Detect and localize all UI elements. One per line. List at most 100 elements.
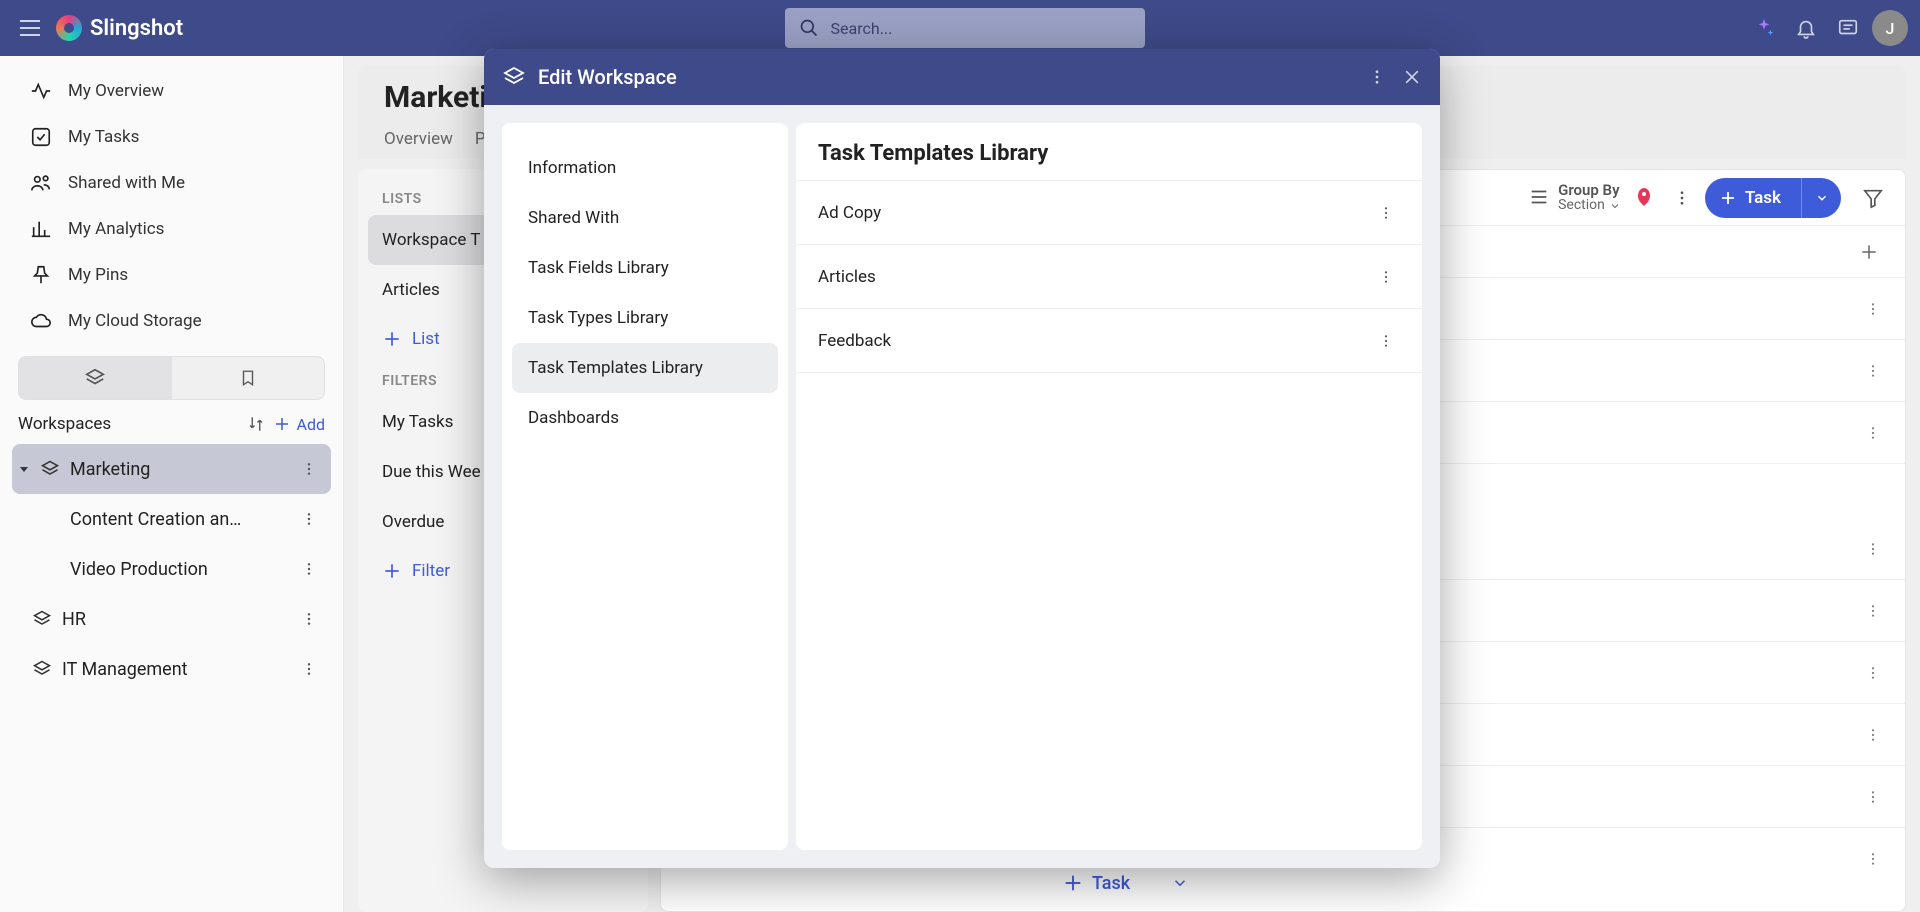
template-menu-button[interactable] — [1372, 263, 1400, 291]
dots-vertical-icon — [301, 661, 317, 677]
workspace-menu-button[interactable] — [295, 455, 323, 483]
row-menu-button[interactable] — [1859, 597, 1887, 625]
list-icon — [1528, 186, 1550, 208]
templates-library-title: Task Templates Library — [796, 123, 1422, 181]
dnav-dashboards[interactable]: Dashboards — [512, 393, 778, 443]
chevron-down-icon — [1171, 874, 1189, 892]
dnav-task-templates[interactable]: Task Templates Library — [512, 343, 778, 393]
footer-add-task-dropdown[interactable] — [1162, 865, 1198, 901]
dots-vertical-icon — [1865, 301, 1881, 317]
chevron-down-icon — [1815, 191, 1829, 205]
nav-shared-with-me[interactable]: Shared with Me — [0, 160, 343, 206]
dots-vertical-icon — [1865, 665, 1881, 681]
close-icon — [1402, 67, 1422, 87]
workspace-child-video-production[interactable]: Video Production — [12, 544, 331, 594]
row-menu-button[interactable] — [1859, 659, 1887, 687]
add-column-button[interactable] — [1851, 234, 1887, 270]
sidebar-view-tabs — [18, 356, 325, 400]
search-input[interactable] — [831, 19, 1131, 38]
caret-down-icon — [18, 463, 30, 475]
brand[interactable]: Slingshot — [56, 15, 183, 41]
workspace-menu-button[interactable] — [295, 505, 323, 533]
row-menu-button[interactable] — [1859, 721, 1887, 749]
new-task-button[interactable]: Task — [1705, 178, 1801, 218]
footer-add-task: Task — [1044, 862, 1198, 904]
tab-overview[interactable]: Overview — [384, 129, 453, 159]
search-icon — [799, 18, 819, 38]
comments-button[interactable] — [1830, 10, 1866, 46]
sidebar: My Overview My Tasks Shared with Me My A… — [0, 56, 344, 912]
workspace-name: Marketing — [70, 459, 150, 480]
sidebar-tab-workspaces[interactable] — [19, 357, 172, 399]
workspace-menu-button[interactable] — [295, 655, 323, 683]
menu-toggle[interactable] — [12, 10, 48, 46]
sort-icon[interactable] — [247, 415, 265, 433]
workspace-hr[interactable]: HR — [12, 594, 331, 644]
footer-add-task-label: Task — [1092, 873, 1130, 894]
dnav-information[interactable]: Information — [512, 143, 778, 193]
nav-my-analytics[interactable]: My Analytics — [0, 206, 343, 252]
add-filter-label: Filter — [412, 561, 450, 581]
new-task-dropdown[interactable] — [1801, 178, 1841, 218]
dots-vertical-icon — [1865, 789, 1881, 805]
nav-my-pins[interactable]: My Pins — [0, 252, 343, 298]
toolbar-menu-button[interactable] — [1667, 183, 1697, 213]
dots-vertical-icon — [1378, 205, 1394, 221]
layers-icon — [32, 609, 52, 629]
dnav-shared-with[interactable]: Shared With — [512, 193, 778, 243]
groupby-value: Section — [1558, 198, 1605, 213]
ai-sparkle-button[interactable] — [1746, 10, 1782, 46]
bookmark-icon — [239, 367, 257, 389]
dots-vertical-icon — [1673, 189, 1691, 207]
rocket-button[interactable] — [1629, 183, 1659, 213]
sidebar-tab-bookmarks[interactable] — [172, 357, 325, 399]
row-menu-button[interactable] — [1859, 357, 1887, 385]
dialog-menu-button[interactable] — [1368, 68, 1386, 86]
workspace-child-content-creation[interactable]: Content Creation an… — [12, 494, 331, 544]
dialog-close-button[interactable] — [1402, 67, 1422, 87]
dialog-content: Task Templates Library Ad Copy Articles … — [796, 123, 1422, 850]
add-label: Add — [297, 415, 325, 434]
template-articles[interactable]: Articles — [796, 245, 1422, 309]
workspaces-header: Workspaces Add — [0, 400, 343, 442]
notifications-button[interactable] — [1788, 10, 1824, 46]
chat-icon — [1837, 17, 1859, 39]
dots-vertical-icon — [1865, 425, 1881, 441]
add-list-label: List — [412, 329, 440, 349]
template-menu-button[interactable] — [1372, 327, 1400, 355]
template-feedback[interactable]: Feedback — [796, 309, 1422, 373]
add-workspace-button[interactable]: Add — [273, 415, 325, 434]
user-avatar[interactable]: J — [1872, 10, 1908, 46]
dots-vertical-icon — [301, 561, 317, 577]
workspace-tree: Marketing Content Creation an… Video Pro… — [0, 442, 343, 694]
workspace-menu-button[interactable] — [295, 605, 323, 633]
chevron-down-icon — [1609, 200, 1621, 212]
footer-add-task-button[interactable]: Task — [1044, 862, 1148, 904]
groupby-label: Group By — [1558, 182, 1621, 199]
workspace-it-management[interactable]: IT Management — [12, 644, 331, 694]
dialog-body: Information Shared With Task Fields Libr… — [484, 105, 1440, 868]
plus-icon — [1719, 189, 1737, 207]
filter-button[interactable] — [1855, 180, 1891, 216]
nav-my-cloud-storage[interactable]: My Cloud Storage — [0, 298, 343, 344]
template-menu-button[interactable] — [1372, 199, 1400, 227]
pin-icon — [30, 264, 52, 286]
dialog-title: Edit Workspace — [538, 65, 1356, 89]
template-ad-copy[interactable]: Ad Copy — [796, 181, 1422, 245]
dnav-task-fields[interactable]: Task Fields Library — [512, 243, 778, 293]
row-menu-button[interactable] — [1859, 845, 1887, 873]
nav-my-tasks[interactable]: My Tasks — [0, 114, 343, 160]
workspace-marketing[interactable]: Marketing — [12, 444, 331, 494]
dnav-task-types[interactable]: Task Types Library — [512, 293, 778, 343]
workspace-name: IT Management — [62, 659, 188, 680]
row-menu-button[interactable] — [1859, 535, 1887, 563]
row-menu-button[interactable] — [1859, 419, 1887, 447]
workspace-menu-button[interactable] — [295, 555, 323, 583]
dots-vertical-icon — [301, 511, 317, 527]
search-box[interactable] — [785, 8, 1145, 48]
nav-my-overview[interactable]: My Overview — [0, 68, 343, 114]
row-menu-button[interactable] — [1859, 783, 1887, 811]
workspace-name: Video Production — [70, 559, 208, 580]
groupby-selector[interactable]: Group By Section — [1528, 182, 1621, 214]
row-menu-button[interactable] — [1859, 295, 1887, 323]
